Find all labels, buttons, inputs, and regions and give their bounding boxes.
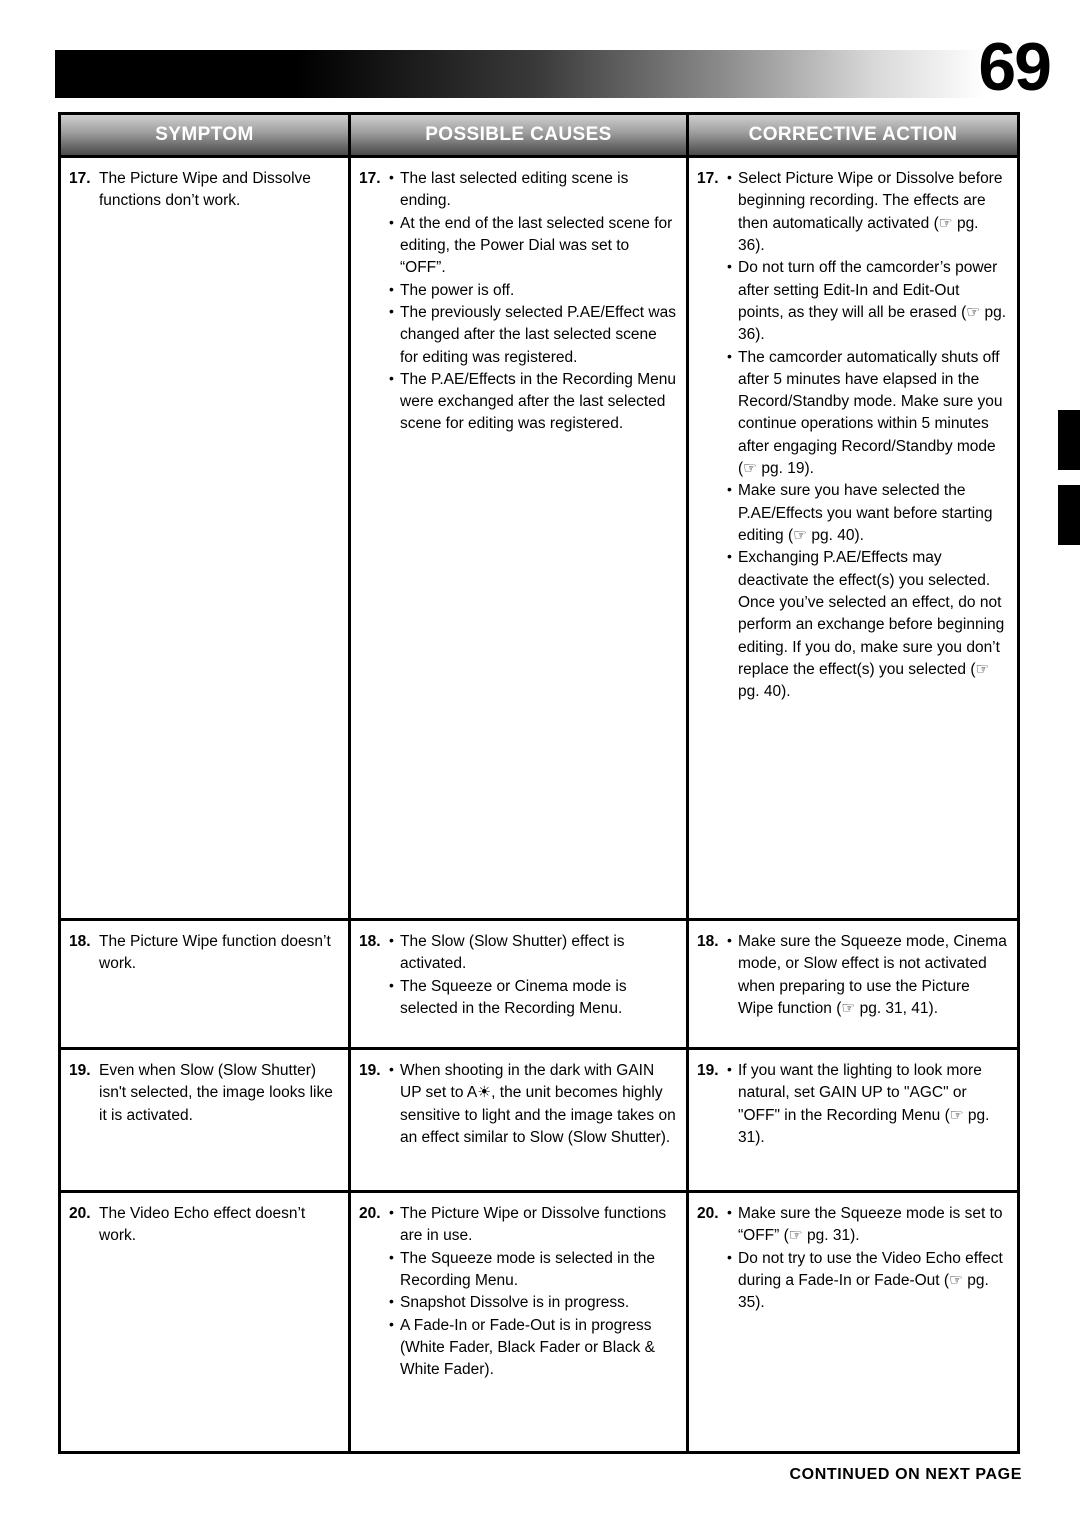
list-item: Make sure the Squeeze mode is set to “OF… [727,1202,1009,1248]
header-gradient-band [55,50,985,98]
list-item: The Slow (Slow Shutter) effect is activa… [389,930,678,976]
troubleshooting-table: SYMPTOM POSSIBLE CAUSES CORRECTIVE ACTIO… [58,112,1020,1454]
item-number: 17. [69,170,91,187]
item-number: 17. [359,170,381,187]
list-item: The P.AE/Effects in the Recording Menu w… [389,368,678,436]
column-header-symptom: SYMPTOM [61,115,351,155]
column-header-corrective-action: CORRECTIVE ACTION [689,115,1017,155]
table-row: 19. Even when Slow (Slow Shutter) isn't … [61,1047,1017,1190]
list-item: Snapshot Dissolve is in progress. [389,1291,678,1314]
list-item: A Fade-In or Fade-Out is in progress (Wh… [389,1314,678,1382]
side-tab-marker-1 [1058,410,1080,470]
cell-corrective-action: 18. Make sure the Squeeze mode, Cinema m… [689,921,1017,1047]
item-number: 19. [359,1062,381,1079]
list-item: Do not try to use the Video Echo effect … [727,1247,1009,1315]
symptom-text: Even when Slow (Slow Shutter) isn't sele… [99,1062,333,1124]
list-item: The Squeeze mode is selected in the Reco… [389,1247,678,1293]
page-number: 69 [978,29,1052,105]
actions-list: If you want the lighting to look more na… [727,1059,1009,1149]
cell-possible-causes: 18. The Slow (Slow Shutter) effect is ac… [351,921,689,1047]
list-item: Select Picture Wipe or Dissolve before b… [727,167,1009,257]
cell-symptom: 20. The Video Echo effect doesn’t work. [61,1193,351,1451]
list-item: The Squeeze or Cinema mode is selected i… [389,975,678,1021]
manual-page: 69 SYMPTOM POSSIBLE CAUSES CORRECTIVE AC… [0,0,1080,1533]
cell-corrective-action: 17. Select Picture Wipe or Dissolve befo… [689,158,1017,918]
cell-corrective-action: 20. Make sure the Squeeze mode is set to… [689,1193,1017,1451]
list-item: The last selected editing scene is endin… [389,167,678,213]
list-item: Exchanging P.AE/Effects may deactivate t… [727,546,1009,703]
list-item: When shooting in the dark with GAIN UP s… [389,1059,678,1149]
list-item: The power is off. [389,279,678,302]
list-item: If you want the lighting to look more na… [727,1059,1009,1149]
cell-corrective-action: 19. If you want the lighting to look mor… [689,1050,1017,1190]
causes-list: The Picture Wipe or Dissolve functions a… [389,1202,678,1382]
cell-possible-causes: 20. The Picture Wipe or Dissolve functio… [351,1193,689,1451]
item-number: 17. [697,170,719,187]
symptom-text: The Picture Wipe and Dissolve functions … [99,170,311,210]
list-item: Do not turn off the camcorder’s power af… [727,256,1009,346]
list-item: The previously selected P.AE/Effect was … [389,301,678,369]
cell-symptom: 17. The Picture Wipe and Dissolve functi… [61,158,351,918]
symptom-text: The Picture Wipe function doesn’t work. [99,933,331,973]
list-item: At the end of the last selected scene fo… [389,212,678,280]
item-number: 20. [359,1205,381,1222]
column-header-possible-causes: POSSIBLE CAUSES [351,115,689,155]
list-item: The camcorder automatically shuts off af… [727,346,1009,481]
item-number: 19. [697,1062,719,1079]
item-number: 18. [359,933,381,950]
item-number: 18. [697,933,719,950]
list-item: Make sure you have selected the P.AE/Eff… [727,479,1009,547]
cell-possible-causes: 19. When shooting in the dark with GAIN … [351,1050,689,1190]
table-row: 17. The Picture Wipe and Dissolve functi… [61,155,1017,918]
footer-continued-note: CONTINUED ON NEXT PAGE [789,1466,1022,1483]
actions-list: Make sure the Squeeze mode is set to “OF… [727,1202,1009,1315]
list-item: Make sure the Squeeze mode, Cinema mode,… [727,930,1009,1020]
table-row: 20. The Video Echo effect doesn’t work. … [61,1190,1017,1451]
list-item: The Picture Wipe or Dissolve functions a… [389,1202,678,1248]
causes-list: When shooting in the dark with GAIN UP s… [389,1059,678,1149]
table-header-row: SYMPTOM POSSIBLE CAUSES CORRECTIVE ACTIO… [61,115,1017,155]
cell-possible-causes: 17. The last selected editing scene is e… [351,158,689,918]
causes-list: The last selected editing scene is endin… [389,167,678,436]
item-number: 20. [697,1205,719,1222]
cell-symptom: 18. The Picture Wipe function doesn’t wo… [61,921,351,1047]
actions-list: Select Picture Wipe or Dissolve before b… [727,167,1009,704]
item-number: 20. [69,1205,91,1222]
causes-list: The Slow (Slow Shutter) effect is activa… [389,930,678,1021]
table-row: 18. The Picture Wipe function doesn’t wo… [61,918,1017,1047]
item-number: 19. [69,1062,91,1079]
item-number: 18. [69,933,91,950]
actions-list: Make sure the Squeeze mode, Cinema mode,… [727,930,1009,1020]
symptom-text: The Video Echo effect doesn’t work. [99,1205,306,1245]
side-tab-marker-2 [1058,485,1080,545]
cell-symptom: 19. Even when Slow (Slow Shutter) isn't … [61,1050,351,1190]
